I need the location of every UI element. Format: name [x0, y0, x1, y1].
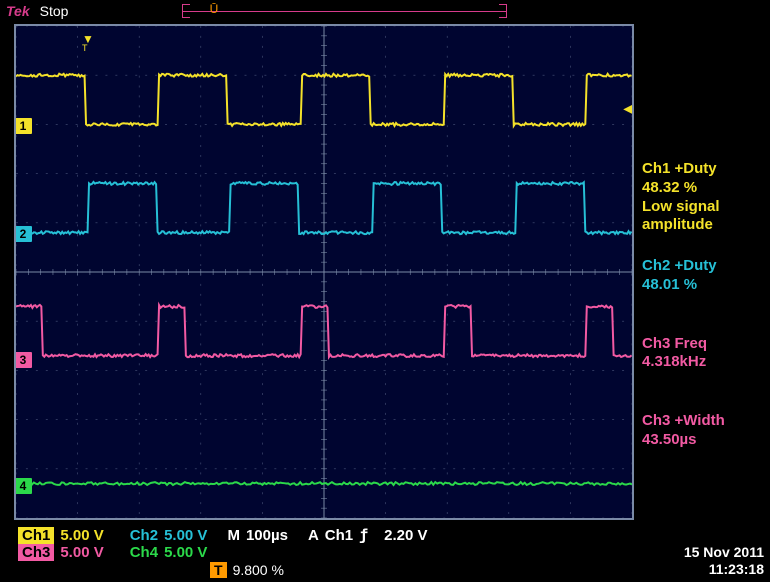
measurement-ch1-duty: Ch1 +Duty 48.32 % Low signal amplitude [642, 160, 766, 235]
delay-value: 9.800 % [233, 562, 284, 578]
readout-row-2: Ch3 5.00 V Ch4 5.00 V [18, 544, 630, 561]
time-value: 11:23:18 [684, 561, 764, 578]
ch2-label[interactable]: Ch2 [130, 527, 158, 544]
measurements-panel: Ch1 +Duty 48.32 % Low signal amplitude C… [642, 160, 766, 472]
trigger-mode-label: A [308, 527, 319, 544]
top-bar: Tek Stop Ū [0, 0, 770, 22]
ch3-scale: 5.00 V [60, 544, 103, 561]
timebase-overview-bar: Ū [182, 4, 507, 18]
meas2-label: Ch2 +Duty [642, 257, 766, 276]
ch3-ground-marker[interactable]: 3 [14, 352, 32, 368]
ch2-ground-marker[interactable]: 2 [14, 226, 32, 242]
readout-row-1: Ch1 5.00 V Ch2 5.00 V M 100µs A Ch1 ƒ 2.… [18, 526, 630, 544]
measurement-ch3-width: Ch3 +Width 43.50µs [642, 412, 766, 450]
trigger-level: 2.20 V [384, 527, 427, 544]
waveform-svg [16, 26, 632, 518]
overview-left-bracket [182, 4, 190, 18]
ch2-scale: 5.00 V [164, 527, 207, 544]
timebase-value: 100µs [246, 527, 288, 544]
ch1-scale: 5.00 V [60, 527, 103, 544]
waveform-graticule[interactable]: ▼T 1 2 3 4 ◀ [14, 24, 634, 520]
ch3-label-box[interactable]: Ch3 [18, 544, 54, 561]
meas4-value: 43.50µs [642, 431, 766, 450]
trigger-level-arrow[interactable]: ◀ [623, 100, 634, 117]
ch1-ground-marker[interactable]: 1 [14, 118, 32, 134]
meas4-label: Ch3 +Width [642, 412, 766, 431]
run-state: Stop [40, 3, 69, 19]
ch4-ground-marker[interactable]: 4 [14, 478, 32, 494]
trigger-edge-icon: ƒ [359, 526, 368, 544]
date-value: 15 Nov 2011 [684, 544, 764, 561]
meas3-value: 4.318kHz [642, 353, 766, 372]
ch4-label[interactable]: Ch4 [130, 544, 158, 561]
meas1-label: Ch1 +Duty [642, 160, 766, 179]
bottom-readout-bar: Ch1 5.00 V Ch2 5.00 V M 100µs A Ch1 ƒ 2.… [14, 524, 634, 563]
meas1-note: Low signal amplitude [642, 198, 766, 236]
overview-right-bracket [499, 4, 507, 18]
ch1-label-box[interactable]: Ch1 [18, 527, 54, 544]
oscilloscope-screen: Tek Stop Ū ▼T 1 2 3 4 ◀ Ch1 +Duty 48.32 … [0, 0, 770, 582]
timebase-label: M [227, 527, 240, 544]
ch4-scale: 5.00 V [164, 544, 207, 561]
brand-label: Tek [6, 3, 30, 19]
meas1-value: 48.32 % [642, 179, 766, 198]
meas2-value: 48.01 % [642, 276, 766, 295]
overview-line [182, 11, 507, 12]
measurement-ch2-duty: Ch2 +Duty 48.01 % [642, 257, 766, 295]
measurement-ch3-freq: Ch3 Freq 4.318kHz [642, 335, 766, 373]
trigger-source: Ch1 [325, 527, 353, 544]
delay-icon: T [210, 562, 227, 578]
trigger-position-marker: Ū [207, 2, 221, 16]
datetime-readout: 15 Nov 2011 11:23:18 [684, 544, 764, 578]
delay-readout: T 9.800 % [210, 562, 284, 578]
meas3-label: Ch3 Freq [642, 335, 766, 354]
